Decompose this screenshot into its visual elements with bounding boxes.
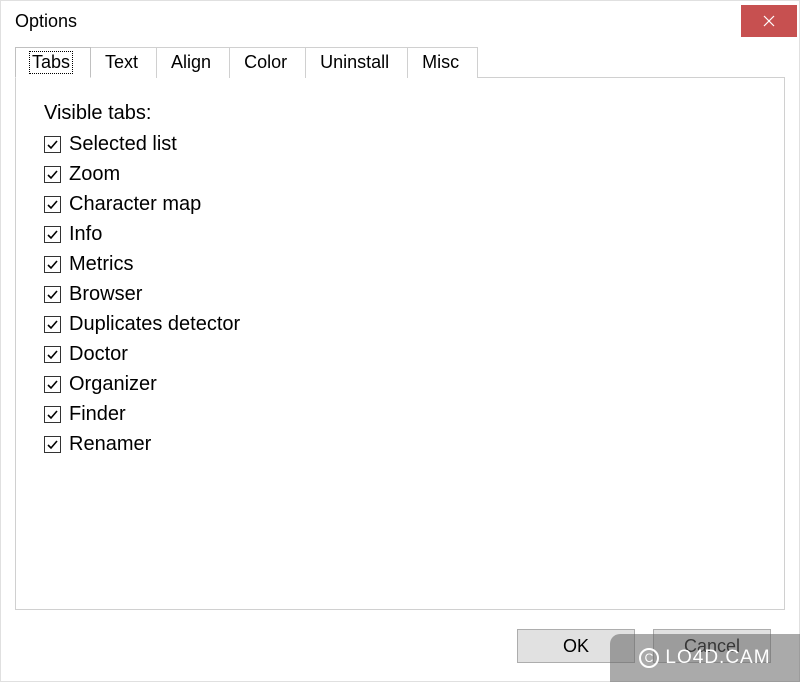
checkbox-label: Duplicates detector <box>69 313 240 336</box>
checkbox-icon <box>44 226 61 243</box>
options-dialog: Options Tabs Text Align Color Uninstall … <box>0 0 800 682</box>
tab-label: Align <box>171 52 211 72</box>
titlebar: Options <box>1 1 799 41</box>
tab-label: Misc <box>422 52 459 72</box>
tab-align[interactable]: Align <box>156 47 230 78</box>
checkbox-label: Renamer <box>69 433 151 456</box>
checkbox-doctor[interactable]: Doctor <box>44 343 756 366</box>
checkbox-selected-list[interactable]: Selected list <box>44 133 756 156</box>
checkbox-label: Metrics <box>69 253 133 276</box>
checkbox-duplicates-detector[interactable]: Duplicates detector <box>44 313 756 336</box>
copyright-icon: C <box>639 648 659 668</box>
tab-label: Text <box>105 52 138 72</box>
visible-tabs-checkbox-list: Selected list Zoom Character map Info Me… <box>44 133 756 456</box>
checkbox-icon <box>44 406 61 423</box>
checkbox-icon <box>44 376 61 393</box>
tab-uninstall[interactable]: Uninstall <box>305 47 408 78</box>
checkbox-icon <box>44 256 61 273</box>
checkbox-character-map[interactable]: Character map <box>44 193 756 216</box>
watermark: C LO4D.CAM <box>610 634 800 682</box>
checkbox-info[interactable]: Info <box>44 223 756 246</box>
tab-label: Uninstall <box>320 52 389 72</box>
checkbox-icon <box>44 346 61 363</box>
checkbox-label: Organizer <box>69 373 157 396</box>
checkbox-icon <box>44 166 61 183</box>
section-label: Visible tabs: <box>44 102 756 125</box>
checkbox-metrics[interactable]: Metrics <box>44 253 756 276</box>
checkbox-label: Doctor <box>69 343 128 366</box>
tab-text[interactable]: Text <box>90 47 157 78</box>
checkbox-label: Selected list <box>69 133 177 156</box>
window-title: Options <box>15 11 77 32</box>
tab-tabs[interactable]: Tabs <box>15 47 91 78</box>
checkbox-zoom[interactable]: Zoom <box>44 163 756 186</box>
checkbox-label: Character map <box>69 193 201 216</box>
tab-color[interactable]: Color <box>229 47 306 78</box>
tab-misc[interactable]: Misc <box>407 47 478 78</box>
checkbox-icon <box>44 136 61 153</box>
checkbox-icon <box>44 286 61 303</box>
checkbox-icon <box>44 316 61 333</box>
checkbox-renamer[interactable]: Renamer <box>44 433 756 456</box>
checkbox-label: Zoom <box>69 163 120 186</box>
checkbox-browser[interactable]: Browser <box>44 283 756 306</box>
tab-label: Color <box>244 52 287 72</box>
checkbox-label: Info <box>69 223 102 246</box>
checkbox-icon <box>44 436 61 453</box>
checkbox-label: Browser <box>69 283 142 306</box>
checkbox-label: Finder <box>69 403 126 426</box>
checkbox-finder[interactable]: Finder <box>44 403 756 426</box>
checkbox-organizer[interactable]: Organizer <box>44 373 756 396</box>
tab-label: Tabs <box>30 52 72 73</box>
close-icon <box>763 11 775 32</box>
close-button[interactable] <box>741 5 797 37</box>
tabstrip: Tabs Text Align Color Uninstall Misc <box>15 47 799 78</box>
watermark-text: LO4D.CAM <box>665 647 770 669</box>
tab-content: Visible tabs: Selected list Zoom Charact… <box>15 77 785 610</box>
checkbox-icon <box>44 196 61 213</box>
